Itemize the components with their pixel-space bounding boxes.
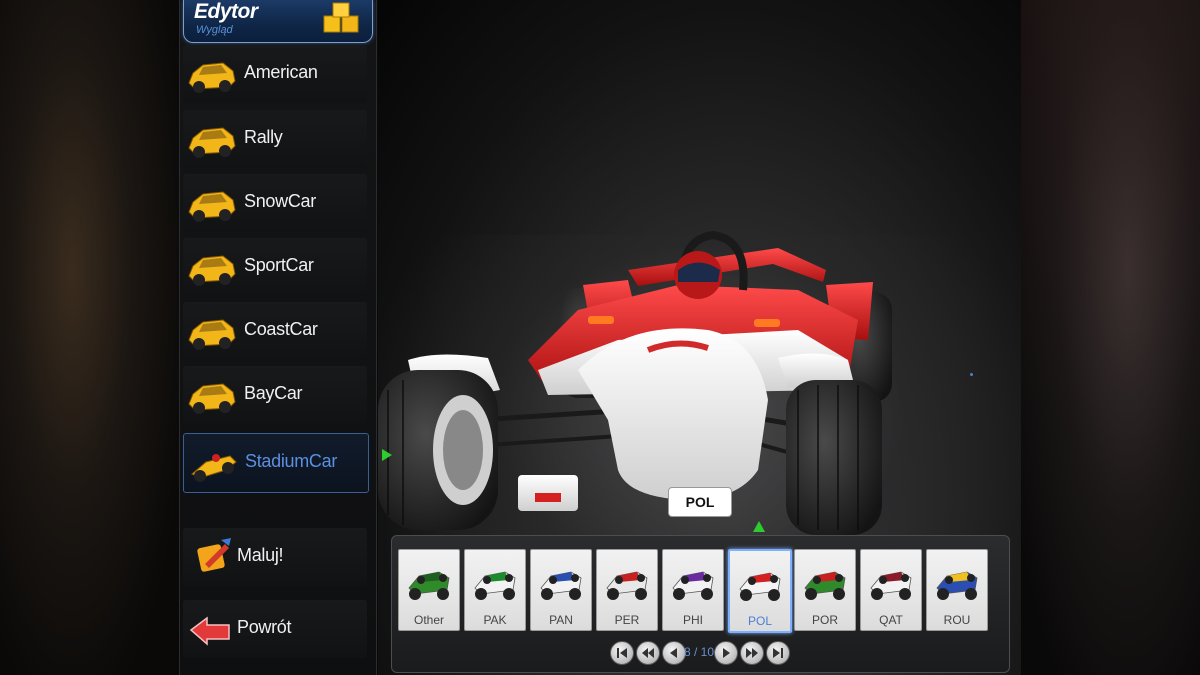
skin-preview-icon [936, 571, 978, 600]
scene-sparkle [970, 373, 973, 376]
car-plate: POL [668, 487, 732, 517]
skin-preview-icon [540, 571, 582, 600]
car-list-item-rally[interactable]: Rally [183, 110, 367, 168]
background-left-blur [0, 0, 180, 675]
next-button[interactable] [714, 641, 738, 665]
prev-button[interactable] [662, 641, 686, 665]
car-list-label: SportCar [244, 255, 314, 275]
editor-title: Edytor [194, 0, 258, 23]
fast-forward-icon [746, 648, 758, 658]
rally-car-icon [188, 127, 236, 158]
skin-preview-icon [606, 571, 648, 600]
page-indicator: 8 / 10 [684, 645, 715, 659]
skin-label: PAN [549, 613, 573, 627]
prev-icon [670, 648, 677, 658]
car-list-label: CoastCar [244, 319, 318, 339]
fast-forward-button[interactable] [740, 641, 764, 665]
car-list-label: American [244, 62, 318, 82]
car-list-label: SnowCar [244, 191, 316, 211]
last-page-button[interactable] [766, 641, 790, 665]
paint-label: Maluj! [237, 545, 284, 565]
cubes-icon [323, 2, 359, 33]
skin-label: Other [413, 613, 444, 627]
car-list-item-snowcar[interactable]: SnowCar [183, 174, 367, 232]
first-page-button[interactable] [610, 641, 634, 665]
skin-label: POL [747, 614, 772, 628]
stadium-car-icon [191, 454, 237, 482]
skin-tile-per[interactable]: PER [596, 549, 658, 631]
car-list-item-american[interactable]: American [183, 45, 367, 103]
skin-label: QAT [879, 613, 903, 627]
skin-selector-strip: Other PAK PAN PER PHI POL POR QAT ROU 8 / 10 [391, 535, 1010, 673]
skin-label: PER [614, 613, 640, 627]
skin-tile-phi[interactable]: PHI [662, 549, 724, 631]
stadium-car-preview [378, 230, 892, 535]
car-list-item-coastcar[interactable]: CoastCar [183, 302, 367, 360]
bay-car-icon [188, 383, 236, 414]
background-right-blur [1020, 0, 1200, 675]
editor-header: Edytor Wygląd [183, 0, 373, 43]
skin-tile-por[interactable]: POR [794, 549, 856, 631]
skin-tile-pol[interactable]: POL [728, 549, 792, 633]
car-list-item-baycar[interactable]: BayCar [183, 366, 367, 424]
back-label: Powrót [237, 617, 292, 637]
skin-label: POR [811, 613, 838, 627]
first-page-icon [617, 648, 627, 658]
skin-label: PAK [483, 613, 507, 627]
back-arrow-icon [189, 616, 230, 646]
fast-back-button[interactable] [636, 641, 660, 665]
snow-car-icon [188, 191, 236, 222]
sport-car-icon [188, 255, 236, 286]
coast-car-icon [188, 319, 236, 350]
last-page-icon [773, 648, 783, 658]
skin-preview-icon [474, 571, 516, 600]
skin-preview-icon [804, 571, 846, 600]
next-icon [723, 648, 730, 658]
skin-label: PHI [682, 613, 703, 627]
skin-tile-qat[interactable]: QAT [860, 549, 922, 631]
paint-bucket-icon [197, 538, 231, 572]
car-plate-text: POL [685, 494, 715, 510]
paint-button[interactable]: Maluj! [183, 528, 367, 586]
skin-tile-other[interactable]: Other [398, 549, 460, 631]
skin-tile-rou[interactable]: ROU [926, 549, 988, 631]
car-list-label: Rally [244, 127, 283, 147]
editor-subtitle: Wygląd [196, 24, 233, 36]
skin-preview-icon [672, 571, 714, 600]
skin-tile-pan[interactable]: PAN [530, 549, 592, 631]
car-list-item-sportcar[interactable]: SportCar [183, 238, 367, 296]
american-car-icon [188, 62, 236, 93]
skin-preview-icon [408, 571, 450, 600]
skin-preview-icon [739, 572, 781, 601]
skin-label: ROU [943, 613, 971, 627]
back-button[interactable]: Powrót [183, 600, 367, 658]
car-list-label: BayCar [244, 383, 303, 403]
fast-back-icon [642, 648, 654, 658]
skin-tile-pak[interactable]: PAK [464, 549, 526, 631]
selected-skin-marker-icon [753, 521, 765, 532]
car-list-label: StadiumCar [245, 451, 338, 471]
car-list-item-stadiumcar[interactable]: StadiumCar [183, 433, 369, 493]
selection-arrow-icon [382, 449, 392, 461]
skin-preview-icon [870, 571, 912, 600]
